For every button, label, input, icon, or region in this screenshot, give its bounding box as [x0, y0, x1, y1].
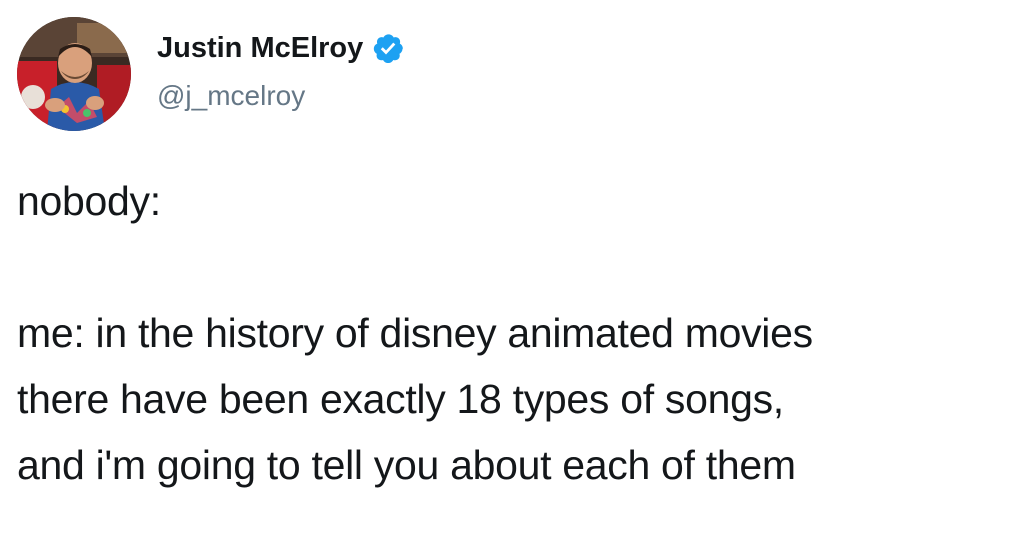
author-handle[interactable]: @j_mcelroy [157, 78, 305, 114]
avatar[interactable] [17, 17, 131, 131]
author-name[interactable]: Justin McElroy [157, 28, 405, 68]
tweet-line-break [17, 234, 1017, 300]
tweet-line: there have been exactly 18 types of song… [17, 376, 784, 422]
tweet-line: and i'm going to tell you about each of … [17, 442, 796, 488]
avatar-photo [17, 17, 131, 131]
tweet-text: nobody: me: in the history of disney ani… [17, 168, 1017, 498]
tweet-line: nobody: [17, 178, 161, 224]
author-name-text: Justin McElroy [157, 32, 364, 64]
tweet-card: Justin McElroy @j_mcelroy nobody: me: in… [0, 0, 1024, 537]
verified-badge-icon [371, 31, 405, 65]
tweet-line: me: in the history of disney animated mo… [17, 310, 813, 356]
